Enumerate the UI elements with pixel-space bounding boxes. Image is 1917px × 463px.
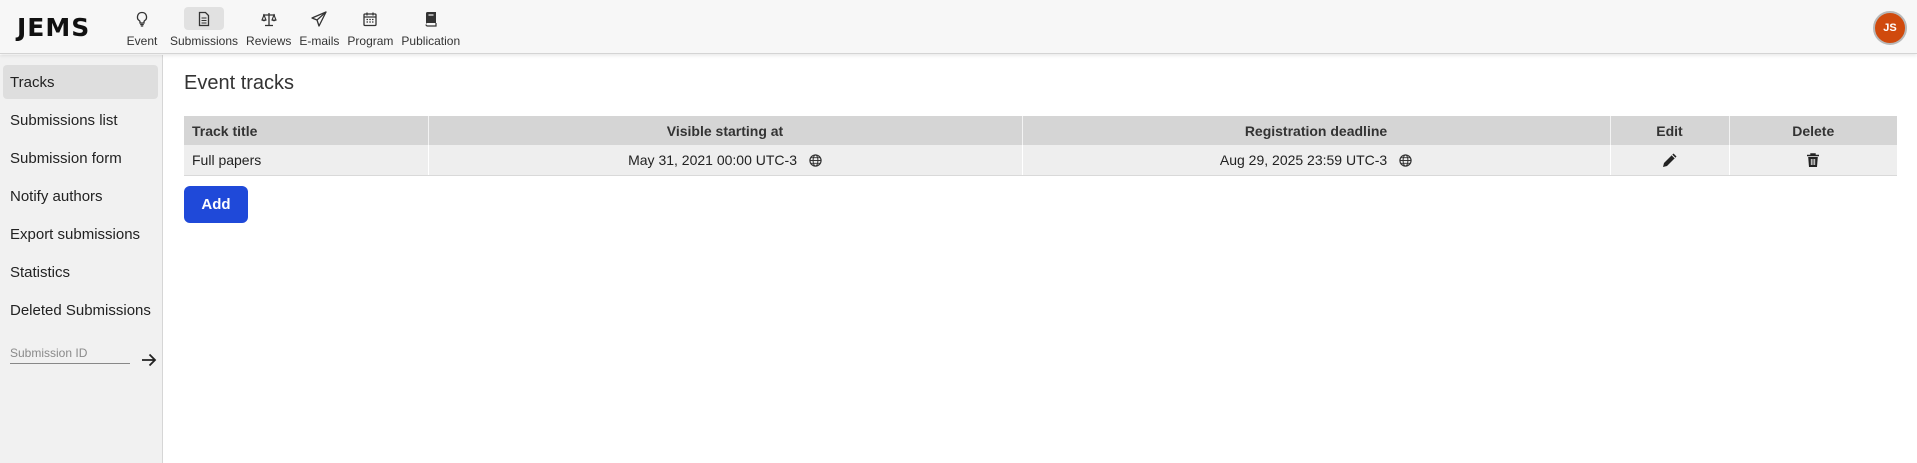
book-icon xyxy=(425,11,437,27)
submission-id-input[interactable] xyxy=(10,342,130,364)
deadline-cell: Aug 29, 2025 23:59 UTC-3 xyxy=(1022,145,1611,176)
paper-plane-icon xyxy=(311,10,328,27)
column-header-track-title: Track title xyxy=(184,116,429,145)
add-track-button[interactable]: Add xyxy=(184,186,248,223)
document-icon xyxy=(198,11,210,26)
sidebar-item-submission-form[interactable]: Submission form xyxy=(3,141,158,175)
sidebar-item-statistics[interactable]: Statistics xyxy=(3,255,158,289)
sidebar-item-export-submissions[interactable]: Export submissions xyxy=(3,217,158,251)
app-logo[interactable]: JEMS xyxy=(17,13,90,42)
nav-label: E-mails xyxy=(299,34,340,48)
column-header-registration-deadline: Registration deadline xyxy=(1022,116,1611,145)
nav-item-reviews[interactable]: Reviews xyxy=(242,4,295,48)
edit-cell xyxy=(1610,145,1730,176)
sidebar-item-tracks[interactable]: Tracks xyxy=(3,65,158,99)
column-header-delete: Delete xyxy=(1729,116,1897,145)
lightbulb-icon xyxy=(136,11,148,27)
page-title: Event tracks xyxy=(184,72,295,94)
globe-icon[interactable] xyxy=(1399,154,1412,167)
track-title-cell: Full papers xyxy=(184,145,429,176)
nav-label: Reviews xyxy=(246,34,292,48)
column-header-visible-starting: Visible starting at xyxy=(428,116,1023,145)
nav-item-program[interactable]: Program xyxy=(343,4,397,48)
nav-label: Submissions xyxy=(170,34,239,48)
nav-item-submissions[interactable]: Submissions xyxy=(166,4,242,48)
nav-label: Program xyxy=(347,34,394,48)
nav-item-event[interactable]: Event xyxy=(118,4,166,48)
tracks-table: Track title Visible starting at Registra… xyxy=(184,116,1897,176)
user-avatar[interactable]: JS xyxy=(1873,11,1907,45)
top-bar: JEMS Event Submissions Reviews E-mails P… xyxy=(0,0,1917,54)
sidebar-item-submissions-list[interactable]: Submissions list xyxy=(3,103,158,137)
visible-from-value: May 31, 2021 00:00 UTC-3 xyxy=(628,151,797,168)
scales-icon xyxy=(260,12,277,26)
trash-icon[interactable] xyxy=(1805,152,1821,168)
pencil-icon[interactable] xyxy=(1662,152,1678,168)
sidebar: Tracks Submissions list Submission form … xyxy=(0,55,163,463)
visible-from-cell: May 31, 2021 00:00 UTC-3 xyxy=(428,145,1023,176)
calendar-icon xyxy=(363,12,378,26)
delete-cell xyxy=(1729,145,1897,176)
globe-icon[interactable] xyxy=(809,154,822,167)
sidebar-item-notify-authors[interactable]: Notify authors xyxy=(3,179,158,213)
column-header-edit: Edit xyxy=(1610,116,1730,145)
nav-item-emails[interactable]: E-mails xyxy=(295,4,343,48)
sidebar-item-deleted-submissions[interactable]: Deleted Submissions xyxy=(3,293,158,327)
table-header-row: Track title Visible starting at Registra… xyxy=(184,116,1897,145)
nav-label: Event xyxy=(126,34,158,48)
deadline-value: Aug 29, 2025 23:59 UTC-3 xyxy=(1219,151,1388,168)
nav-item-publication[interactable]: Publication xyxy=(397,4,464,48)
table-row: Full papers May 31, 2021 00:00 UTC-3 Aug… xyxy=(184,145,1897,176)
nav-label: Publication xyxy=(401,34,461,48)
arrow-right-icon[interactable] xyxy=(140,351,158,369)
main-nav: Event Submissions Reviews E-mails Progra… xyxy=(118,4,464,48)
